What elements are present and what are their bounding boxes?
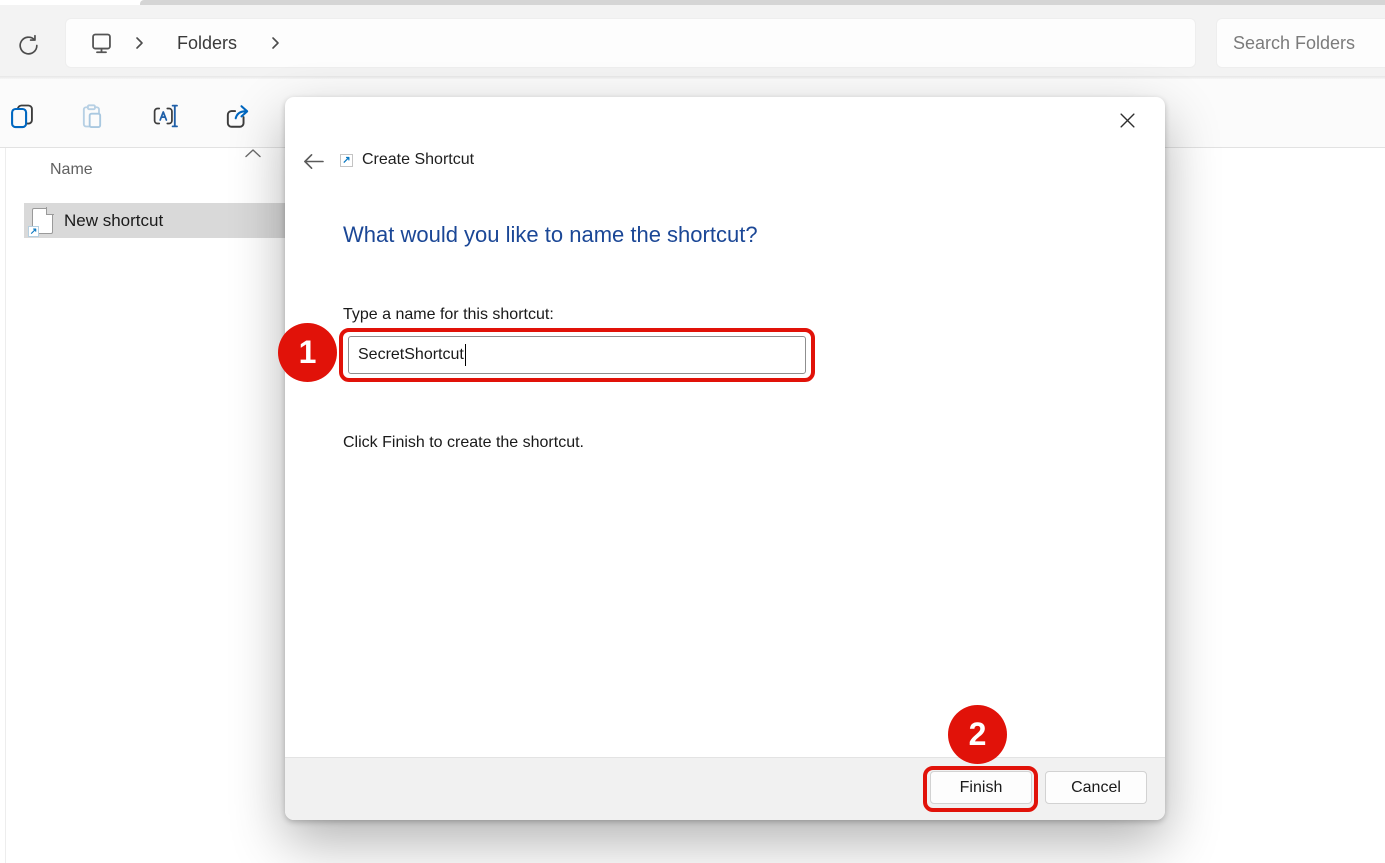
arrow-left-icon xyxy=(302,152,325,171)
file-name: New shortcut xyxy=(64,210,164,230)
close-icon xyxy=(1119,112,1136,129)
sort-ascending-icon[interactable] xyxy=(244,148,262,159)
search-input[interactable]: Search Folders xyxy=(1216,18,1385,68)
address-bar[interactable]: Folders xyxy=(65,18,1196,68)
finish-hint-text: Click Finish to create the shortcut. xyxy=(343,434,584,451)
window-left-edge xyxy=(5,148,6,863)
cancel-button[interactable]: Cancel xyxy=(1045,771,1147,804)
rename-icon xyxy=(150,102,180,130)
finish-button[interactable]: Finish xyxy=(930,771,1032,804)
shortcut-mini-icon: ↗ xyxy=(340,153,353,167)
refresh-button[interactable] xyxy=(8,27,48,63)
dialog-heading: What would you like to name the shortcut… xyxy=(343,222,758,247)
shortcut-file-icon: ↗ xyxy=(28,206,54,237)
refresh-icon xyxy=(16,33,41,58)
rename-button[interactable] xyxy=(145,97,185,135)
breadcrumb-folders[interactable]: Folders xyxy=(163,33,251,54)
screen: Folders Search Folders Name ↗ New shortc… xyxy=(0,0,1385,863)
share-button[interactable] xyxy=(217,97,257,135)
search-placeholder: Search Folders xyxy=(1233,32,1356,53)
shortcut-name-input[interactable]: SecretShortcut xyxy=(348,336,806,374)
shortcut-name-value: SecretShortcut xyxy=(358,346,464,363)
dialog-title: Create Shortcut xyxy=(362,151,475,168)
shortcut-name-label: Type a name for this shortcut: xyxy=(343,306,554,323)
dialog-close-button[interactable] xyxy=(1105,103,1149,137)
share-icon xyxy=(223,102,252,131)
create-shortcut-dialog: ↗ Create Shortcut What would you like to… xyxy=(285,97,1165,820)
column-header-name[interactable]: Name xyxy=(50,161,93,179)
text-caret xyxy=(464,344,467,366)
breadcrumb-chevron-icon[interactable] xyxy=(259,36,291,50)
dialog-titlebar: ↗ Create Shortcut xyxy=(340,151,474,169)
annotation-step-2: 2 xyxy=(948,705,1007,764)
copy-icon xyxy=(8,102,36,130)
annotation-step-1: 1 xyxy=(278,323,337,382)
this-pc-icon[interactable] xyxy=(88,30,115,57)
file-row-new-shortcut[interactable]: ↗ New shortcut xyxy=(24,203,300,238)
dialog-back-button[interactable] xyxy=(295,145,331,177)
paste-icon xyxy=(78,102,106,130)
copy-button[interactable] xyxy=(2,97,42,135)
breadcrumb-chevron-icon[interactable] xyxy=(123,36,155,50)
dialog-footer: Finish Cancel xyxy=(285,757,1165,820)
paste-button[interactable] xyxy=(72,97,112,135)
